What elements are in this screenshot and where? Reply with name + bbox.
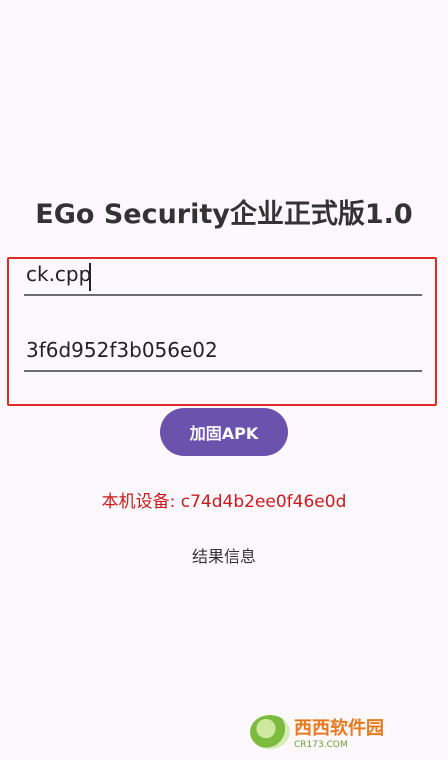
watermark-main-text: 西西软件园 xyxy=(294,718,384,739)
result-info-text: 结果信息 xyxy=(191,547,256,566)
file-name-input[interactable] xyxy=(24,258,422,296)
harden-apk-button[interactable]: 加固APK xyxy=(160,408,288,456)
text-caret xyxy=(89,263,91,291)
device-id-text: 本机设备: c74d4b2ee0f46e0d xyxy=(101,492,347,512)
watermark-sub-text: CR173.COM xyxy=(294,740,348,750)
watermark: 西西软件园 CR173.COM xyxy=(250,712,440,752)
key-input[interactable] xyxy=(24,334,422,372)
page-title: EGo Security企业正式版1.0 xyxy=(35,199,413,230)
watermark-logo-icon xyxy=(250,715,290,749)
